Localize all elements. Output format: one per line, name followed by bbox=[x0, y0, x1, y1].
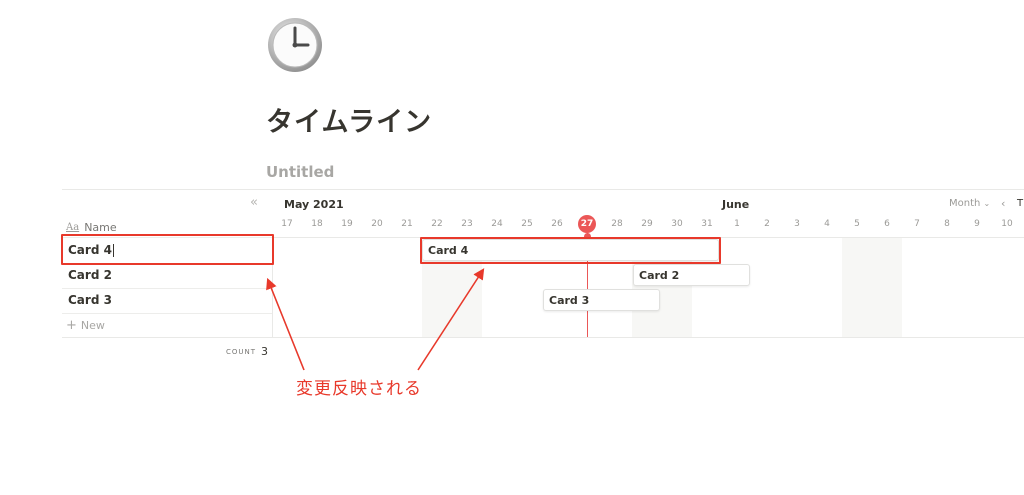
count-label: COUNT bbox=[226, 347, 257, 356]
view-name[interactable]: Untitled bbox=[266, 163, 334, 181]
chevron-down-icon: ⌄ bbox=[983, 199, 991, 208]
name-column-label: Name bbox=[84, 220, 117, 234]
day-tick-label: 1 bbox=[734, 219, 740, 229]
day-tick-label: 23 bbox=[461, 219, 473, 229]
day-tick-label: 26 bbox=[551, 219, 563, 229]
day-tick-label: 28 bbox=[611, 219, 623, 229]
row-name[interactable]: Card 3 bbox=[68, 293, 112, 307]
count-summary[interactable]: COUNT 3 bbox=[226, 345, 268, 358]
table-row[interactable]: Card 3 bbox=[68, 288, 112, 313]
today-button[interactable]: T bbox=[1017, 198, 1023, 209]
highlight-box-timeline-card bbox=[420, 237, 721, 264]
day-tick-label: 21 bbox=[401, 219, 413, 229]
timeline-card[interactable]: Card 3 bbox=[543, 289, 660, 311]
highlight-box-table-row bbox=[61, 234, 274, 265]
divider bbox=[62, 189, 1024, 190]
day-tick-label: 22 bbox=[431, 219, 443, 229]
collapse-table-icon[interactable]: « bbox=[250, 195, 258, 210]
day-tick-label: 4 bbox=[824, 219, 830, 229]
day-tick-label: 9 bbox=[974, 219, 980, 229]
day-tick-label: 2 bbox=[764, 219, 770, 229]
plus-icon: + bbox=[66, 318, 77, 333]
timescale-label: Month bbox=[949, 198, 981, 209]
page-title[interactable]: タイムライン bbox=[266, 100, 432, 139]
day-tick-label: 19 bbox=[341, 219, 353, 229]
day-tick-label: 6 bbox=[884, 219, 890, 229]
day-tick-label: 20 bbox=[371, 219, 383, 229]
timeline-card[interactable]: Card 2 bbox=[633, 264, 750, 286]
day-tick-label: 24 bbox=[491, 219, 503, 229]
today-marker: 27 bbox=[578, 215, 596, 233]
clock-icon[interactable] bbox=[266, 16, 324, 74]
divider bbox=[62, 313, 272, 314]
day-tick-label: 3 bbox=[794, 219, 800, 229]
day-tick-label: 25 bbox=[521, 219, 533, 229]
day-tick-label: 29 bbox=[641, 219, 653, 229]
timescale-dropdown[interactable]: Month ⌄ bbox=[949, 198, 990, 209]
day-tick-label: 5 bbox=[854, 219, 860, 229]
text-property-icon: Aa bbox=[66, 221, 80, 233]
count-value: 3 bbox=[261, 345, 269, 358]
day-tick-label: 7 bbox=[914, 219, 920, 229]
day-tick-label: 31 bbox=[701, 219, 713, 229]
day-tick-label: 17 bbox=[281, 219, 293, 229]
chevron-left-icon[interactable]: ‹ bbox=[1001, 197, 1005, 210]
day-tick-label: 30 bbox=[671, 219, 683, 229]
new-row-label: New bbox=[80, 319, 105, 332]
day-tick-label: 10 bbox=[1001, 219, 1013, 229]
divider bbox=[62, 337, 1024, 338]
month-label-may: May 2021 bbox=[284, 198, 344, 211]
day-tick-label: 18 bbox=[311, 219, 323, 229]
new-row-button[interactable]: + New bbox=[66, 315, 105, 337]
name-column-header[interactable]: Aa Name bbox=[66, 219, 117, 235]
weekend-shade bbox=[842, 238, 902, 337]
annotation-text: 変更反映される bbox=[296, 379, 422, 399]
row-name[interactable]: Card 2 bbox=[68, 268, 112, 282]
day-tick-label: 8 bbox=[944, 219, 950, 229]
table-row[interactable]: Card 2 bbox=[68, 263, 112, 288]
month-label-june: June bbox=[722, 198, 750, 211]
